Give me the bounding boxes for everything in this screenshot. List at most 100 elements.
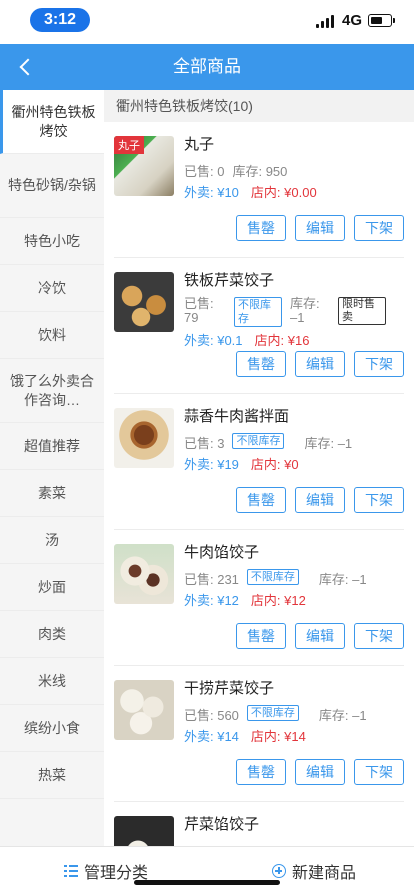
takeout-price: 外卖: ¥14 [184, 729, 239, 744]
product-item: 牛肉馅饺子 已售: 231 不限库存 库存: –1 外卖: ¥12 店内: ¥1… [114, 530, 404, 666]
takeout-price: 外卖: ¥12 [184, 593, 239, 608]
product-item: 干捞芹菜饺子 已售: 560 不限库存 库存: –1 外卖: ¥14 店内: ¥… [114, 666, 404, 802]
plus-circle-icon [272, 864, 286, 878]
limited-time-badge: 限时售卖 [338, 297, 386, 325]
sidebar-item-shaguo[interactable]: 特色砂锅/杂锅 [0, 154, 104, 218]
delist-button[interactable]: 下架 [354, 215, 404, 241]
delist-button[interactable]: 下架 [354, 351, 404, 377]
status-bar: 3:12 4G [0, 0, 414, 44]
sidebar-item-tieban-kaojiao[interactable]: 衢州特色铁板烤饺 [0, 90, 104, 154]
sidebar-item-label: 热菜 [38, 766, 66, 783]
home-indicator [134, 880, 280, 885]
delist-button[interactable]: 下架 [354, 759, 404, 785]
battery-icon [368, 14, 395, 27]
sold-count: 已售: 79 [184, 296, 214, 325]
back-button[interactable] [8, 48, 46, 86]
sidebar-item-label: 饿了么外卖合作咨询… [10, 372, 94, 408]
product-item: 蒜香牛肉酱拌面 已售: 3 不限库存 库存: –1 外卖: ¥19 店内: ¥0… [114, 394, 404, 530]
sidebar-item-roulei[interactable]: 肉类 [0, 611, 104, 658]
sidebar-item-eleme[interactable]: 饿了么外卖合作咨询… [0, 359, 104, 423]
delist-button[interactable]: 下架 [354, 623, 404, 649]
sidebar-item-label: 米线 [38, 672, 66, 689]
sidebar-item-mixian[interactable]: 米线 [0, 658, 104, 705]
sidebar-item-label: 饮料 [38, 326, 66, 343]
sold-count: 已售: 0 [184, 164, 225, 179]
sidebar-item-recai[interactable]: 热菜 [0, 752, 104, 799]
product-name: 蒜香牛肉酱拌面 [184, 408, 290, 425]
sidebar-item-yinliao[interactable]: 饮料 [0, 312, 104, 359]
product-image [114, 680, 174, 740]
edit-button[interactable]: 编辑 [295, 215, 345, 241]
product-name: 铁板芹菜饺子 [184, 272, 275, 289]
unlimited-stock-badge: 不限库存 [246, 569, 299, 585]
product-tag: 丸子 [114, 136, 144, 154]
product-name: 芹菜馅饺子 [184, 816, 260, 833]
dine-in-price: 店内: ¥12 [250, 593, 306, 608]
product-image [114, 816, 174, 846]
product-image [114, 544, 174, 604]
sidebar-item-label: 超值推荐 [24, 437, 80, 454]
dine-in-price: 店内: ¥0 [250, 457, 299, 472]
dine-in-price: 店内: ¥16 [254, 333, 310, 348]
sidebar-item-label: 肉类 [38, 625, 66, 642]
sidebar-item-label: 特色小吃 [24, 232, 80, 249]
sold-out-button[interactable]: 售罄 [236, 215, 286, 241]
product-image [114, 272, 174, 332]
takeout-price: 外卖: ¥19 [184, 457, 239, 472]
sidebar-item-label: 衢州特色铁板烤饺 [11, 103, 96, 139]
stock-count: 库存: 950 [232, 164, 288, 179]
sidebar-item-tang[interactable]: 汤 [0, 517, 104, 564]
sidebar-item-chaozhi[interactable]: 超值推荐 [0, 423, 104, 470]
dine-in-price: 店内: ¥0.00 [250, 185, 317, 200]
new-product-label: 新建商品 [292, 865, 357, 882]
list-icon [64, 864, 78, 878]
unlimited-stock-badge: 不限库存 [246, 705, 299, 721]
product-name: 干捞芹菜饺子 [184, 680, 275, 697]
nav-bar: 全部商品 [0, 44, 414, 90]
sold-out-button[interactable]: 售罄 [236, 351, 286, 377]
new-product-button[interactable]: 新建商品 [272, 859, 356, 883]
sidebar-item-lengyin[interactable]: 冷饮 [0, 265, 104, 312]
sidebar-item-label: 炒面 [38, 578, 66, 595]
sidebar-item-sucai[interactable]: 素菜 [0, 470, 104, 517]
product-list: 衢州特色铁板烤饺(10) 丸子 丸子 已售: 0 库存: 950 外卖: ¥10… [104, 90, 414, 846]
bottom-toolbar: 管理分类 新建商品 [0, 846, 414, 896]
sidebar-item-label: 缤纷小食 [24, 719, 80, 736]
stock-count: 库存: –1 [304, 436, 353, 451]
sold-count: 已售: 3 [184, 436, 225, 451]
status-time: 3:12 [30, 8, 90, 32]
product-name: 牛肉馅饺子 [184, 544, 260, 561]
edit-button[interactable]: 编辑 [295, 351, 345, 377]
sidebar-item-label: 特色砂锅/杂锅 [8, 177, 96, 193]
sidebar-item-chaomian[interactable]: 炒面 [0, 564, 104, 611]
sold-out-button[interactable]: 售罄 [236, 623, 286, 649]
sidebar-item-label: 冷饮 [38, 279, 66, 296]
takeout-price: 外卖: ¥0.1 [184, 333, 243, 348]
sidebar-item-xiaoshi[interactable]: 缤纷小食 [0, 705, 104, 752]
unlimited-stock-badge: 不限库存 [232, 433, 285, 449]
product-image: 丸子 [114, 136, 174, 196]
dine-in-price: 店内: ¥14 [250, 729, 306, 744]
delist-button[interactable]: 下架 [354, 487, 404, 513]
stock-count: 库存: –1 [318, 708, 367, 723]
sidebar-item-xiaochi[interactable]: 特色小吃 [0, 218, 104, 265]
signal-icon [316, 15, 336, 28]
product-name: 丸子 [184, 136, 215, 153]
sidebar-item-label: 素菜 [38, 484, 66, 501]
edit-button[interactable]: 编辑 [295, 487, 345, 513]
edit-button[interactable]: 编辑 [295, 759, 345, 785]
unlimited-stock-badge: 不限库存 [234, 297, 282, 327]
product-item: 丸子 丸子 已售: 0 库存: 950 外卖: ¥10 店内: ¥0.00 售罄… [114, 122, 404, 258]
category-header: 衢州特色铁板烤饺(10) [104, 90, 414, 122]
edit-button[interactable]: 编辑 [295, 623, 345, 649]
product-item: 铁板芹菜饺子 已售: 79 不限库存 库存: –1 限时售卖 外卖: ¥0.1 … [114, 258, 404, 394]
sold-out-button[interactable]: 售罄 [236, 759, 286, 785]
page-title: 全部商品 [173, 57, 241, 76]
product-image [114, 408, 174, 468]
takeout-price: 外卖: ¥10 [184, 185, 239, 200]
sold-count: 已售: 231 [184, 572, 239, 587]
sold-out-button[interactable]: 售罄 [236, 487, 286, 513]
product-item: 芹菜馅饺子 [114, 802, 404, 846]
stock-count: 库存: –1 [290, 296, 320, 325]
category-sidebar: 衢州特色铁板烤饺 特色砂锅/杂锅 特色小吃 冷饮 饮料 饿了么外卖合作咨询… 超… [0, 90, 104, 846]
